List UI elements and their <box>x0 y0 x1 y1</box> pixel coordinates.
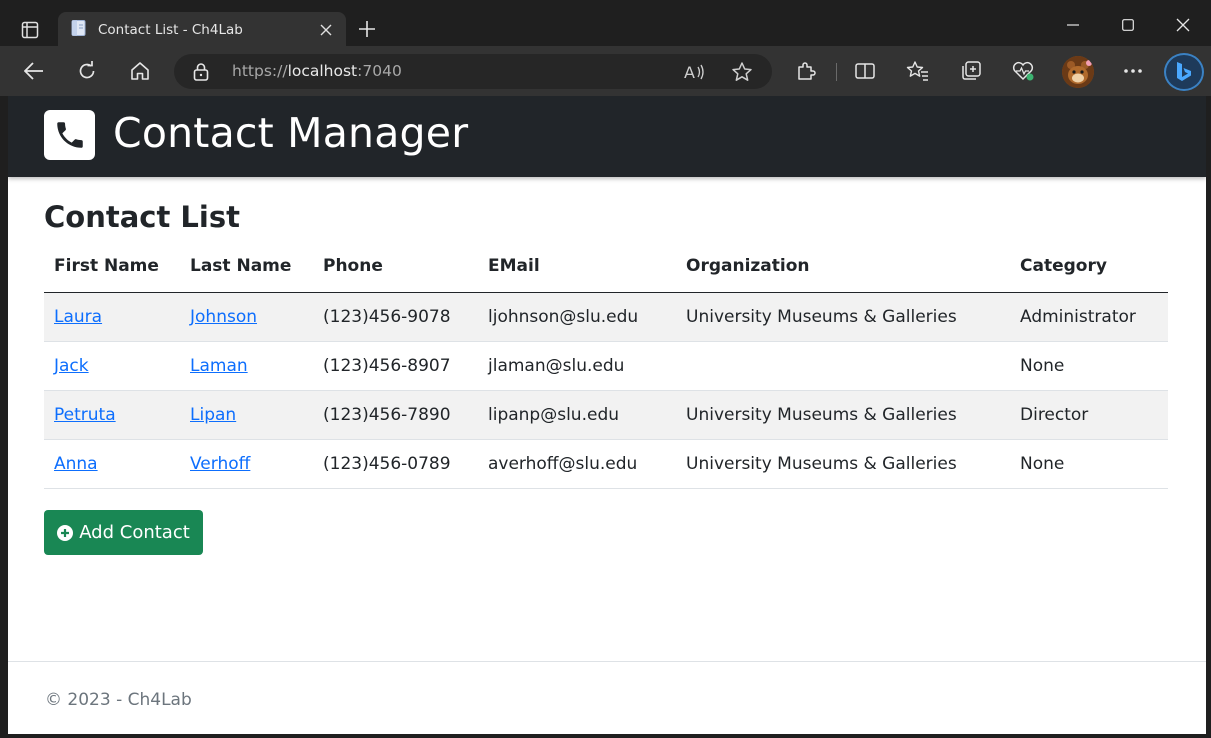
minimize-icon[interactable] <box>1050 6 1096 44</box>
column-header-last-name: Last Name <box>180 256 313 293</box>
phone-cell: (123)456-0789 <box>313 439 478 489</box>
url-scheme: https:// <box>232 62 288 80</box>
last-name-link[interactable]: Laman <box>190 356 248 376</box>
browser-essentials-icon[interactable] <box>1006 56 1040 86</box>
url-port: :7040 <box>357 62 402 80</box>
category-cell: None <box>1010 341 1168 391</box>
url-text[interactable]: https://localhost:7040 <box>232 62 402 80</box>
maximize-icon[interactable] <box>1105 6 1151 44</box>
plus-circle-icon <box>57 524 74 541</box>
organization-cell: University Museums & Galleries <box>676 292 1010 342</box>
column-header-email: EMail <box>478 256 676 293</box>
first-name-link[interactable]: Petruta <box>54 405 116 425</box>
tab-contact-list[interactable]: Contact List - Ch4Lab <box>58 12 346 48</box>
email-cell: averhoff@slu.edu <box>478 439 676 489</box>
page-title: Contact List <box>44 200 240 234</box>
close-icon[interactable] <box>314 18 338 42</box>
first-name-link[interactable]: Anna <box>54 454 98 474</box>
email-cell: jlaman@slu.edu <box>478 341 676 391</box>
phone-cell: (123)456-8907 <box>313 341 478 391</box>
back-icon[interactable] <box>17 56 51 86</box>
organization-cell: University Museums & Galleries <box>676 439 1010 489</box>
window-close-icon[interactable] <box>1160 6 1206 44</box>
read-aloud-icon[interactable]: A <box>682 60 708 84</box>
address-bar[interactable]: https://localhost:7040 A <box>174 54 772 89</box>
favorite-star-icon[interactable] <box>729 60 755 84</box>
phone-icon <box>44 110 95 160</box>
toolbar-separator <box>836 63 837 81</box>
footer-copyright: © 2023 - Ch4Lab <box>45 690 192 710</box>
column-header-organization: Organization <box>676 256 1010 293</box>
phone-cell: (123)456-7890 <box>313 390 478 440</box>
table-header-row: First Name Last Name Phone EMail Organiz… <box>44 256 1168 293</box>
page-icon <box>70 19 88 41</box>
column-header-phone: Phone <box>313 256 478 293</box>
email-cell: lipanp@slu.edu <box>478 390 676 440</box>
tab-actions-icon[interactable] <box>12 14 48 46</box>
category-cell: None <box>1010 439 1168 489</box>
svg-text:A: A <box>684 63 695 81</box>
category-cell: Administrator <box>1010 292 1168 342</box>
extensions-icon[interactable] <box>789 56 823 86</box>
split-screen-icon[interactable] <box>848 56 882 86</box>
favorites-icon[interactable] <box>901 56 935 86</box>
organization-cell <box>676 341 1010 391</box>
category-cell: Director <box>1010 390 1168 440</box>
email-cell: ljohnson@slu.edu <box>478 292 676 342</box>
first-name-link[interactable]: Jack <box>54 356 89 376</box>
web-page: Contact Manager Contact List First Name … <box>8 96 1206 734</box>
site-footer: © 2023 - Ch4Lab <box>8 661 1206 734</box>
table-row: Laura Johnson (123)456-9078 ljohnson@slu… <box>44 292 1168 342</box>
more-icon[interactable] <box>1116 56 1150 86</box>
first-name-link[interactable]: Laura <box>54 307 102 327</box>
browser-toolbar: https://localhost:7040 A <box>0 46 1211 96</box>
profile-avatar-icon[interactable] <box>1062 56 1094 88</box>
main-content: Contact List First Name Last Name Phone … <box>44 200 1168 555</box>
contact-table: First Name Last Name Phone EMail Organiz… <box>44 256 1168 489</box>
phone-cell: (123)456-9078 <box>313 292 478 342</box>
site-header: Contact Manager <box>8 96 1206 177</box>
browser-window: Contact List - Ch4Lab https://localhost:… <box>0 0 1211 738</box>
column-header-first-name: First Name <box>44 256 180 293</box>
add-contact-button[interactable]: Add Contact <box>44 510 203 555</box>
refresh-icon[interactable] <box>70 56 104 86</box>
last-name-link[interactable]: Johnson <box>190 307 257 327</box>
last-name-link[interactable]: Lipan <box>190 405 236 425</box>
add-contact-label: Add Contact <box>79 522 190 543</box>
table-row: Anna Verhoff (123)456-0789 averhoff@slu.… <box>44 439 1168 489</box>
collections-icon[interactable] <box>954 56 988 86</box>
home-icon[interactable] <box>123 56 157 86</box>
site-brand[interactable]: Contact Manager <box>113 109 468 157</box>
plus-icon[interactable] <box>352 14 382 44</box>
organization-cell: University Museums & Galleries <box>676 390 1010 440</box>
column-header-category: Category <box>1010 256 1168 293</box>
url-host: localhost <box>287 62 358 80</box>
last-name-link[interactable]: Verhoff <box>190 454 250 474</box>
tab-title: Contact List - Ch4Lab <box>98 22 243 38</box>
tab-strip: Contact List - Ch4Lab <box>0 0 1211 48</box>
table-row: Jack Laman (123)456-8907 jlaman@slu.edu … <box>44 341 1168 391</box>
bing-copilot-icon[interactable] <box>1164 53 1204 91</box>
table-row: Petruta Lipan (123)456-7890 lipanp@slu.e… <box>44 390 1168 440</box>
lock-icon[interactable] <box>192 62 210 86</box>
